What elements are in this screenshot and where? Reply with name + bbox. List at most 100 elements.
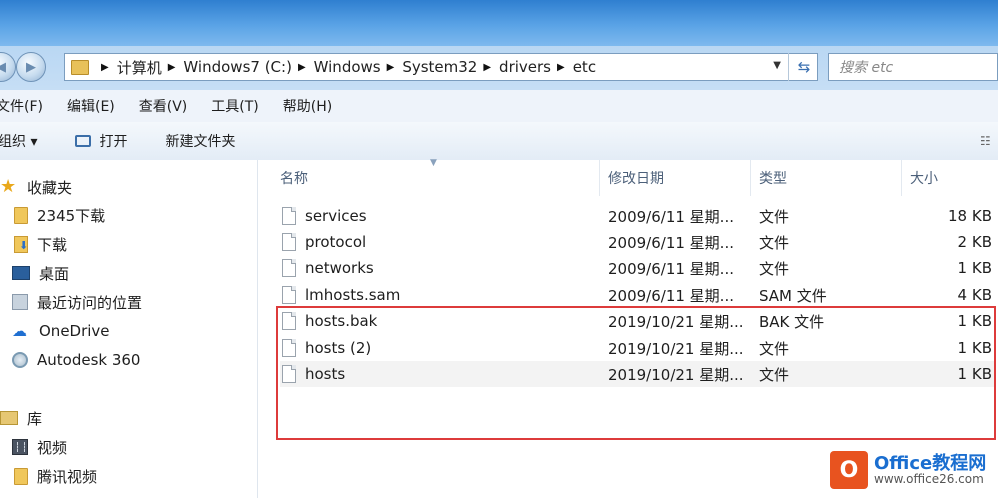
breadcrumb-drive[interactable]: Windows7 (C:) — [183, 58, 292, 76]
column-header-name[interactable]: 名称 — [272, 160, 600, 196]
nav-item-recent-places[interactable]: 最近访问的位置 — [12, 288, 142, 316]
column-header-label: 大小 — [910, 171, 938, 187]
nav-item-label: OneDrive — [39, 322, 110, 340]
address-bar[interactable]: ▶ 计算机 ▶ Windows7 (C:) ▶ Windows ▶ System… — [64, 53, 818, 81]
breadcrumb-chevron-icon[interactable]: ▶ — [557, 62, 565, 73]
nav-favorites-label: 收藏夹 — [27, 178, 73, 197]
address-history-dropdown-icon[interactable]: ▼ — [773, 60, 781, 71]
file-row[interactable]: hosts.bak 2019/10/21 星期... BAK 文件 1 KB — [280, 308, 996, 334]
file-type: SAM 文件 — [759, 286, 827, 305]
column-header-date[interactable]: 修改日期 — [600, 160, 751, 196]
breadcrumb-drivers[interactable]: drivers — [499, 58, 551, 76]
file-size: 1 KB — [957, 259, 992, 277]
refresh-icon: ⇆ — [797, 58, 811, 76]
file-date: 2019/10/21 星期... — [608, 312, 744, 331]
command-toolbar: 组织 ▾ 打开 新建文件夹 ☷ — [0, 122, 998, 161]
nav-item-label: 下载 — [37, 235, 68, 254]
column-header-label: 名称 — [280, 171, 308, 187]
file-type: BAK 文件 — [759, 312, 825, 331]
file-size: 2 KB — [957, 233, 992, 251]
column-header-label: 修改日期 — [608, 171, 664, 187]
file-name: services — [305, 207, 367, 225]
file-size: 4 KB — [957, 286, 992, 304]
file-date: 2019/10/21 星期... — [608, 339, 744, 358]
nav-item-desktop[interactable]: 桌面 — [12, 259, 69, 287]
menu-bar: 文件(F) 编辑(E) 查看(V) 工具(T) 帮助(H) — [0, 90, 998, 123]
file-row[interactable]: services 2009/6/11 星期... 文件 18 KB — [280, 203, 996, 229]
breadcrumb-etc[interactable]: etc — [573, 58, 596, 76]
nav-item-2345-downloads[interactable]: 2345下载 — [14, 201, 105, 229]
file-type: 文件 — [759, 339, 790, 358]
file-type: 文件 — [759, 207, 790, 226]
downloads-folder-icon — [14, 235, 28, 253]
folder-icon — [14, 467, 28, 485]
file-date: 2019/10/21 星期... — [608, 365, 744, 384]
file-size: 1 KB — [957, 312, 992, 330]
nav-item-label: 最近访问的位置 — [37, 293, 143, 312]
file-row[interactable]: protocol 2009/6/11 星期... 文件 2 KB — [280, 229, 996, 255]
view-options-icon[interactable]: ☷ — [980, 134, 994, 148]
file-size: 1 KB — [957, 339, 992, 357]
open-label: 打开 — [99, 134, 128, 150]
menu-file[interactable]: 文件(F) — [0, 96, 43, 116]
menu-view[interactable]: 查看(V) — [139, 96, 188, 116]
folder-icon — [14, 206, 28, 224]
nav-libraries[interactable]: 库 — [0, 404, 42, 432]
breadcrumb-chevron-icon[interactable]: ▶ — [387, 62, 395, 73]
file-date: 2009/6/11 星期... — [608, 233, 734, 252]
desktop-icon — [12, 266, 30, 280]
nav-item-tencent-video[interactable]: 腾讯视频 — [14, 462, 97, 490]
file-icon — [282, 312, 296, 330]
column-header-type[interactable]: 类型 — [751, 160, 902, 196]
new-folder-button[interactable]: 新建文件夹 — [165, 131, 235, 151]
breadcrumb-windows[interactable]: Windows — [314, 58, 381, 76]
nav-item-autodesk-360[interactable]: Autodesk 360 — [12, 346, 140, 374]
refresh-button[interactable]: ⇆ — [788, 53, 819, 81]
organize-label: 组织 ▾ — [0, 134, 38, 150]
nav-item-label: 视频 — [37, 438, 68, 457]
file-name: hosts.bak — [305, 312, 378, 330]
file-date: 2009/6/11 星期... — [608, 207, 734, 226]
breadcrumb-computer[interactable]: 计算机 — [117, 57, 162, 78]
watermark-url: www.office26.com — [874, 472, 984, 487]
file-name: protocol — [305, 233, 367, 251]
nav-item-label: 腾讯视频 — [37, 467, 98, 486]
file-size: 18 KB — [948, 207, 992, 225]
menu-tools[interactable]: 工具(T) — [211, 96, 258, 116]
file-row[interactable]: networks 2009/6/11 星期... 文件 1 KB — [280, 255, 996, 281]
file-row[interactable]: lmhosts.sam 2009/6/11 星期... SAM 文件 4 KB — [280, 282, 996, 308]
nav-item-onedrive[interactable]: ☁ OneDrive — [12, 317, 110, 345]
star-icon: ★ — [0, 176, 17, 197]
breadcrumb-chevron-icon[interactable]: ▶ — [168, 62, 176, 73]
open-icon — [75, 135, 92, 147]
search-input[interactable]: 搜索 etc — [828, 53, 998, 81]
breadcrumb-chevron-icon[interactable]: ▶ — [101, 62, 109, 73]
file-type: 文件 — [759, 259, 790, 278]
arrow-left-icon: ◀ — [0, 59, 6, 75]
forward-button[interactable]: ▶ — [16, 52, 46, 82]
open-button[interactable]: 打开 — [75, 131, 127, 151]
file-name: networks — [305, 259, 374, 277]
organize-button[interactable]: 组织 ▾ — [0, 131, 37, 151]
file-icon — [282, 339, 296, 357]
menu-edit[interactable]: 编辑(E) — [67, 96, 115, 116]
file-size: 1 KB — [957, 365, 992, 383]
nav-item-label: 2345下载 — [37, 206, 106, 225]
file-name: lmhosts.sam — [305, 286, 401, 304]
menu-help[interactable]: 帮助(H) — [283, 96, 332, 116]
column-header-size[interactable]: 大小 — [902, 160, 998, 196]
breadcrumb-system32[interactable]: System32 — [402, 58, 477, 76]
nav-item-videos[interactable]: 视频 — [12, 433, 67, 461]
nav-favorites[interactable]: ★ 收藏夹 — [0, 173, 72, 201]
file-type: 文件 — [759, 233, 790, 252]
file-row-selected[interactable]: hosts 2019/10/21 星期... 文件 1 KB — [280, 361, 996, 387]
breadcrumb-chevron-icon[interactable]: ▶ — [298, 62, 306, 73]
cloud-icon: ☁ — [12, 322, 27, 340]
file-row[interactable]: hosts (2) 2019/10/21 星期... 文件 1 KB — [280, 335, 996, 361]
file-icon — [282, 207, 296, 225]
breadcrumb-chevron-icon[interactable]: ▶ — [483, 62, 491, 73]
file-name: hosts — [305, 365, 346, 383]
nav-item-downloads[interactable]: 下载 — [14, 230, 67, 258]
watermark-title: Office教程网 — [874, 452, 987, 474]
file-icon — [282, 259, 296, 277]
